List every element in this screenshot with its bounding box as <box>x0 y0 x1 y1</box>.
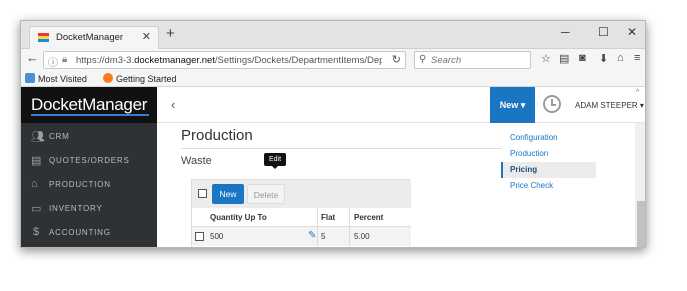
document-icon: ▤ <box>31 155 42 167</box>
sidebar-item-accounting[interactable]: $ ACCOUNTING <box>21 221 157 245</box>
waste-table: New Delete Quantity Up To Flat Percent 5… <box>191 179 411 247</box>
cell-quantity: 500 <box>210 232 224 241</box>
firefox-icon <box>103 73 113 83</box>
tab-close-icon[interactable]: ✕ <box>142 30 151 43</box>
bookmark-most-visited[interactable]: Most Visited <box>25 73 87 84</box>
maximize-icon[interactable]: ☐ <box>598 25 609 39</box>
vertical-scrollbar[interactable] <box>635 123 645 247</box>
cell-flat: 5 <box>321 232 326 241</box>
minimize-icon[interactable]: ─ <box>561 25 570 39</box>
tab-title: DocketManager <box>56 32 124 43</box>
clock-icon[interactable] <box>543 95 561 113</box>
browser-window: DocketManager ✕ + ─ ☐ ✕ ← ⓘ 🔒︎ https://d… <box>20 20 646 248</box>
main-content: Production Waste New Delete Quantity Up … <box>157 123 635 247</box>
sidebar: DocketManager 👥︎ CRM ▤ QUOTES/ORDERS ⌂ P… <box>21 87 157 247</box>
edit-pencil-icon[interactable]: ✎ <box>308 230 316 241</box>
window-close-icon[interactable]: ✕ <box>627 25 637 39</box>
column-header-percent[interactable]: Percent <box>354 213 383 222</box>
bookmarks-bar: Most Visited Getting Started <box>21 71 645 87</box>
back-icon[interactable]: ← <box>26 50 39 65</box>
sidebar-item-inventory[interactable]: ▭ INVENTORY <box>21 197 157 221</box>
section-title: Waste <box>181 155 212 167</box>
bookmark-getting-started[interactable]: Getting Started <box>103 73 177 84</box>
home-icon[interactable]: ⌂ <box>617 52 624 64</box>
edit-tooltip: Edit <box>264 153 286 169</box>
search-input[interactable] <box>431 54 526 67</box>
cell-percent: 5.00 <box>354 232 370 241</box>
docketmanager-app: DocketManager 👥︎ CRM ▤ QUOTES/ORDERS ⌂ P… <box>21 87 645 247</box>
download-icon[interactable]: ⬇ <box>599 52 608 65</box>
tab-docketmanager[interactable]: DocketManager ✕ <box>29 26 159 49</box>
nav-configuration[interactable]: Configuration <box>501 130 596 146</box>
row-checkbox[interactable] <box>195 232 204 241</box>
select-all-checkbox[interactable] <box>198 189 207 198</box>
search-box[interactable]: ⚲ <box>414 51 531 69</box>
docketmanager-favicon-icon <box>38 33 49 43</box>
nav-pricing[interactable]: Pricing <box>501 162 596 178</box>
column-header-flat[interactable]: Flat <box>321 213 335 222</box>
address-bar[interactable]: ⓘ 🔒︎ https://dm3-3.docketmanager.net/Set… <box>43 51 406 69</box>
scrollbar-thumb[interactable] <box>637 201 645 247</box>
table-row[interactable]: 500 ✎ 5 5.00 <box>192 227 411 246</box>
sidebar-item-crm[interactable]: 👥︎ CRM <box>21 125 157 149</box>
most-visited-icon <box>25 73 35 83</box>
users-icon: 👥︎ <box>31 131 45 143</box>
app-topbar: ‹ New ▾ ADAM STEEPER ▾ ^ <box>157 87 645 123</box>
divider <box>181 148 502 149</box>
column-header-quantity[interactable]: Quantity Up To <box>210 213 267 222</box>
scroll-up-icon[interactable]: ^ <box>636 89 639 96</box>
menu-icon[interactable]: ≡ <box>634 52 640 64</box>
table-header: Quantity Up To Flat Percent <box>192 208 411 227</box>
collapse-sidebar-icon[interactable]: ‹ <box>171 97 175 112</box>
nav-price-check[interactable]: Price Check <box>501 178 596 194</box>
reload-icon[interactable]: ↻ <box>392 53 401 66</box>
sidebar-item-quotes-orders[interactable]: ▤ QUOTES/ORDERS <box>21 149 157 173</box>
tab-bar: DocketManager ✕ + ─ ☐ ✕ <box>21 21 645 49</box>
inbox-icon: ▭ <box>31 203 42 215</box>
lock-icon: 🔒︎ <box>62 54 68 65</box>
bookmark-star-icon[interactable]: ☆ <box>541 52 551 65</box>
url-text[interactable]: https://dm3-3.docketmanager.net/Settings… <box>76 55 382 66</box>
page-title: Production <box>181 127 253 144</box>
navigation-bar: ← ⓘ 🔒︎ https://dm3-3.docketmanager.net/S… <box>21 49 645 71</box>
nav-production[interactable]: Production <box>501 146 596 162</box>
table-toolbar: New Delete <box>192 180 411 208</box>
new-row-button[interactable]: New <box>212 184 244 204</box>
user-menu[interactable]: ADAM STEEPER ▾ <box>575 101 644 110</box>
info-icon[interactable]: ⓘ <box>48 54 58 69</box>
search-icon: ⚲ <box>419 54 427 65</box>
reading-list-icon[interactable]: ▤ <box>559 52 569 65</box>
factory-icon: ⌂ <box>31 178 38 190</box>
delete-row-button[interactable]: Delete <box>247 184 285 204</box>
new-dropdown-button[interactable]: New ▾ <box>490 87 535 123</box>
new-tab-button[interactable]: + <box>166 25 175 42</box>
settings-nav: Configuration Production Pricing Price C… <box>501 123 635 247</box>
dollar-icon: $ <box>33 226 40 238</box>
pocket-icon[interactable]: ◙ <box>579 52 586 64</box>
sidebar-item-production[interactable]: ⌂ PRODUCTION <box>21 173 157 197</box>
app-logo[interactable]: DocketManager <box>21 87 157 123</box>
